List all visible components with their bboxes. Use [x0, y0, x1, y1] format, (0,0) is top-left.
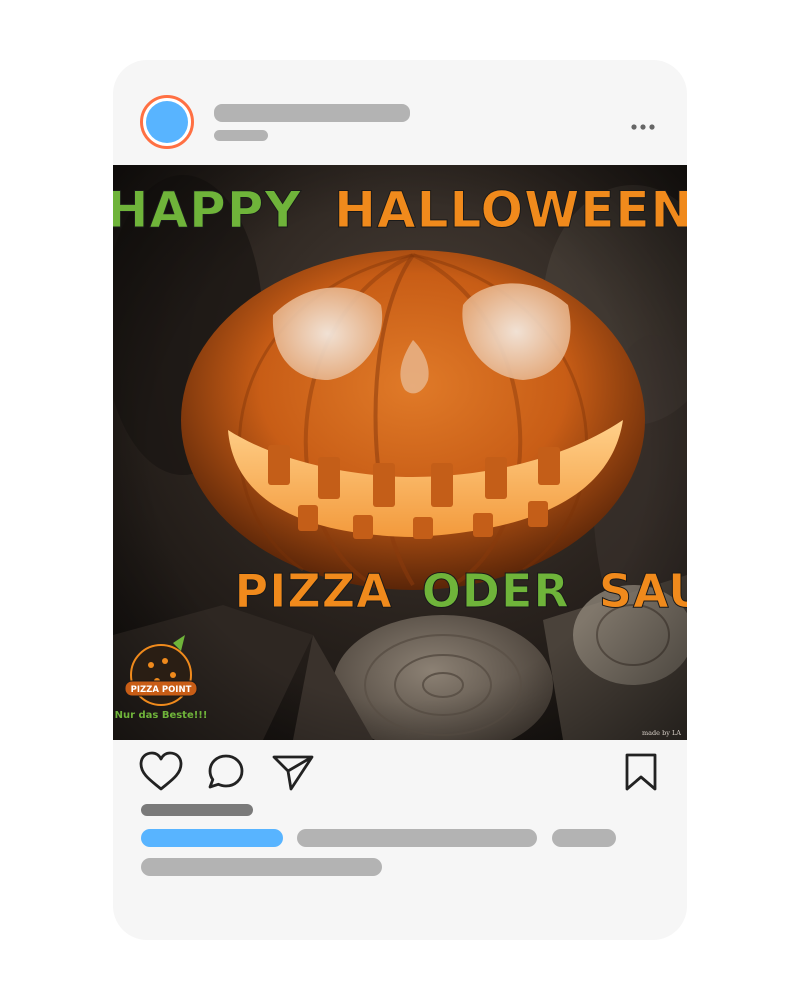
comment-button[interactable]	[206, 752, 246, 797]
logo-tagline: Nur das Beste!!!	[115, 710, 208, 721]
avatar-image	[146, 101, 188, 143]
logo-text: PIZZA POINT	[131, 685, 192, 695]
post-card: HAPPY HALLOWEEN PIZZA ODER SAURES! PIZZA…	[113, 60, 687, 940]
svg-text:HAPPY HALLOWEEN: HAPPY HALLOWEEN	[113, 181, 687, 239]
bookmark-icon	[625, 753, 657, 791]
comments-placeholder[interactable]	[141, 858, 382, 876]
avatar[interactable]	[140, 95, 194, 149]
more-options-button[interactable]	[629, 120, 659, 132]
svg-text:PIZZA ODER SAU: PIZZA ODER SAURES!	[235, 564, 687, 618]
headline-word-happy: HAPPY	[113, 181, 302, 239]
likes-count-placeholder	[141, 804, 253, 816]
post-image[interactable]: HAPPY HALLOWEEN PIZZA ODER SAURES! PIZZA…	[113, 165, 687, 740]
like-button[interactable]	[138, 750, 184, 797]
share-button[interactable]	[271, 753, 315, 798]
post-actions	[113, 750, 687, 800]
caption-username-placeholder[interactable]	[141, 829, 283, 847]
slogan-word-pizza: PIZZA	[235, 564, 393, 618]
caption-more-placeholder[interactable]	[552, 829, 616, 847]
username-placeholder[interactable]	[214, 104, 410, 122]
post-header	[113, 60, 687, 165]
slogan-word-saures: SAURES!	[599, 564, 687, 618]
heart-icon	[139, 751, 183, 791]
caption-text-placeholder	[297, 829, 537, 847]
slogan-word-oder: ODER	[422, 564, 570, 618]
image-credit: made by LA	[642, 729, 681, 737]
more-dots-icon	[631, 124, 655, 130]
subtitle-placeholder	[214, 130, 268, 141]
save-button[interactable]	[623, 752, 659, 797]
headline-word-halloween: HALLOWEEN	[334, 181, 687, 239]
comment-icon	[208, 754, 244, 789]
halloween-artwork: HAPPY HALLOWEEN PIZZA ODER SAURES! PIZZA…	[113, 165, 687, 740]
send-icon	[272, 755, 314, 791]
